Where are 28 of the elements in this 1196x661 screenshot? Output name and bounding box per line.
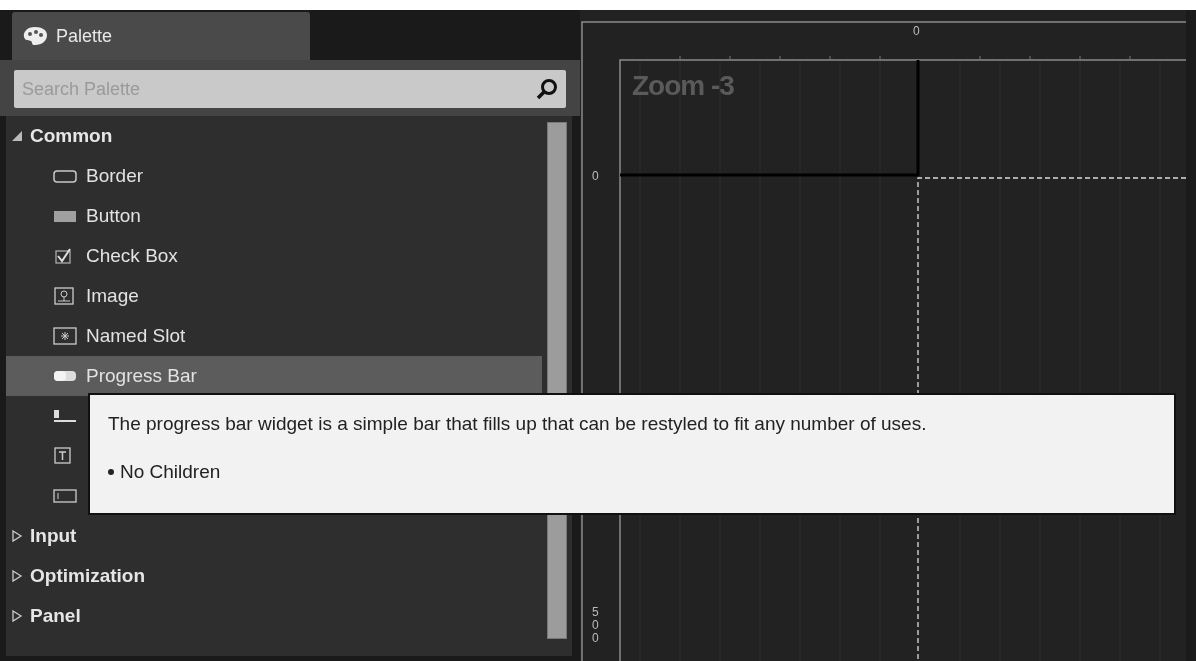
textbox-icon (52, 487, 78, 505)
category-row[interactable]: Input (6, 516, 542, 556)
slider-icon (52, 407, 78, 425)
collapsed-triangle-icon[interactable] (10, 529, 24, 543)
slot-icon (52, 327, 78, 345)
palette-item[interactable]: Named Slot (6, 316, 542, 356)
ruler-label: 0 (913, 24, 920, 38)
palette-item[interactable]: Progress Bar (6, 356, 542, 396)
category-row[interactable]: Optimization (6, 556, 542, 596)
category-row[interactable]: Common (6, 116, 542, 156)
palette-icon (22, 26, 48, 46)
ruler-label: 0 (592, 170, 600, 184)
palette-tab[interactable]: Palette (12, 12, 310, 60)
tooltip-bullet: No Children (120, 461, 221, 483)
collapsed-triangle-icon[interactable] (10, 609, 24, 623)
bullet-icon (108, 469, 114, 475)
search-icon (536, 78, 558, 100)
category-row[interactable]: Panel (6, 596, 542, 636)
border-icon (52, 167, 78, 185)
palette-item[interactable]: Check Box (6, 236, 542, 276)
expanded-triangle-icon[interactable] (10, 129, 24, 143)
tooltip-description: The progress bar widget is a simple bar that fills up that can be restyled to fit any number of uses. (108, 413, 928, 435)
palette-item[interactable]: Border (6, 156, 542, 196)
palette-item[interactable]: Image (6, 276, 542, 316)
zoom-label: Zoom -3 (632, 70, 734, 102)
palette-item[interactable]: Button (6, 196, 542, 236)
ruler-label: 500 (592, 606, 600, 646)
collapsed-triangle-icon[interactable] (10, 569, 24, 583)
